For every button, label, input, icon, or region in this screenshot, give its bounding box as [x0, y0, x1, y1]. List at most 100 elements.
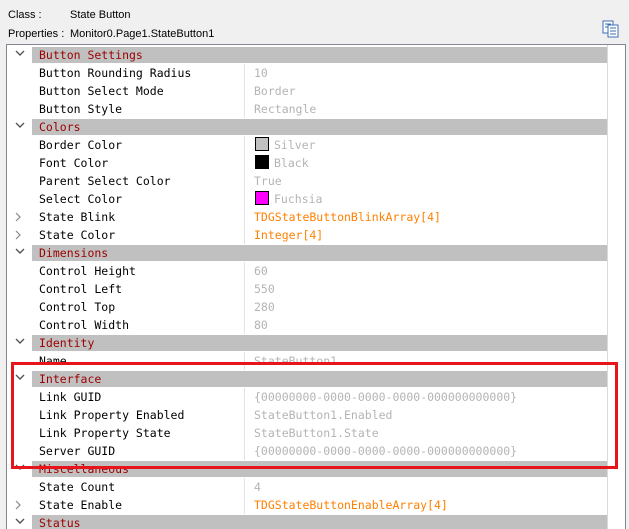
property-name-cell: Control Left — [32, 280, 245, 298]
property-value[interactable]: 60 — [254, 264, 268, 278]
color-swatch — [255, 155, 269, 169]
property-name: State Enable — [39, 498, 123, 512]
property-name: Button Rounding Radius — [39, 66, 192, 80]
property-row-state-count[interactable]: State Count 4 — [7, 478, 625, 496]
property-name: Button Select Mode — [39, 84, 164, 98]
category-identity[interactable]: Identity — [7, 334, 625, 352]
row-gutter — [7, 64, 32, 82]
property-name: State Count — [39, 480, 116, 494]
category-colors[interactable]: Colors — [7, 118, 625, 136]
property-name: State Blink — [39, 210, 116, 224]
row-gutter — [7, 136, 32, 154]
row-gutter — [7, 82, 32, 100]
category-label: Identity — [39, 336, 95, 350]
property-row-button-select-mode[interactable]: Button Select Mode Border — [7, 82, 625, 100]
property-name-cell: State Color — [32, 226, 245, 244]
row-gutter — [7, 298, 32, 316]
row-gutter — [7, 316, 32, 334]
category-label: Colors — [39, 120, 81, 134]
property-row-state-blink[interactable]: State Blink TDGStateButtonBlinkArray[4] — [7, 208, 625, 226]
property-value[interactable]: 80 — [254, 318, 268, 332]
property-row-border-color[interactable]: Border Color Silver — [7, 136, 625, 154]
class-value: State Button — [70, 9, 131, 21]
property-value[interactable]: Silver — [274, 138, 316, 152]
property-row-font-color[interactable]: Font Color Black — [7, 154, 625, 172]
property-row-control-width[interactable]: Control Width 80 — [7, 316, 625, 334]
property-row-control-left[interactable]: Control Left 550 — [7, 280, 625, 298]
category-dimensions[interactable]: Dimensions — [7, 244, 625, 262]
property-name: Control Left — [39, 282, 123, 296]
property-row-parent-select-color[interactable]: Parent Select Color True — [7, 172, 625, 190]
category-button-settings[interactable]: Button Settings — [7, 46, 625, 64]
chevron-down-icon[interactable] — [15, 334, 27, 352]
properties-value: Monitor0.Page1.StateButton1 — [70, 28, 215, 40]
category-bar — [32, 335, 607, 351]
property-name-cell: Control Top — [32, 298, 245, 316]
property-value[interactable]: True — [254, 174, 282, 188]
chevron-down-icon[interactable] — [15, 244, 27, 262]
category-status[interactable]: Status — [7, 514, 625, 529]
property-name-cell: Control Height — [32, 262, 245, 280]
property-name-cell: Border Color — [32, 136, 245, 154]
row-gutter — [7, 262, 32, 280]
property-name: Control Top — [39, 300, 116, 314]
property-value[interactable]: Border — [254, 84, 296, 98]
color-swatch — [255, 137, 269, 151]
property-value[interactable]: 10 — [254, 66, 268, 80]
property-value[interactable]: 4 — [254, 480, 261, 494]
property-name-cell: Button Style — [32, 100, 245, 118]
category-bar — [32, 119, 607, 135]
property-value[interactable]: TDGStateButtonBlinkArray[4] — [254, 210, 441, 224]
category-bar — [32, 515, 607, 529]
property-name: Control Height — [39, 264, 136, 278]
property-value[interactable]: 550 — [254, 282, 275, 296]
property-name: State Color — [39, 228, 116, 242]
category-label: Status — [39, 516, 81, 529]
chevron-down-icon[interactable] — [15, 514, 27, 529]
row-gutter — [7, 172, 32, 190]
row-gutter — [7, 190, 32, 208]
property-name-cell: State Enable — [32, 496, 245, 514]
properties-label: Properties : — [8, 28, 65, 40]
category-label: Dimensions — [39, 246, 109, 260]
property-value[interactable]: TDGStateButtonEnableArray[4] — [254, 498, 448, 512]
property-name: Border Color — [39, 138, 123, 152]
property-name: Button Style — [39, 102, 123, 116]
property-name-cell: Select Color — [32, 190, 245, 208]
property-name-cell: Font Color — [32, 154, 245, 172]
class-label: Class : — [8, 9, 42, 21]
property-row-state-color[interactable]: State Color Integer[4] — [7, 226, 625, 244]
chevron-right-icon[interactable] — [15, 208, 27, 226]
property-name-cell: Button Select Mode — [32, 82, 245, 100]
color-swatch — [255, 191, 269, 205]
property-name: Select Color — [39, 192, 123, 206]
category-bar — [32, 245, 607, 261]
property-row-state-enable[interactable]: State Enable TDGStateButtonEnableArray[4] — [7, 496, 625, 514]
copy-to-clipboard-icon[interactable] — [601, 19, 621, 39]
property-row-button-rounding-radius[interactable]: Button Rounding Radius 10 — [7, 64, 625, 82]
row-gutter — [7, 154, 32, 172]
property-name-cell: State Blink — [32, 208, 245, 226]
property-row-control-height[interactable]: Control Height 60 — [7, 262, 625, 280]
property-value[interactable]: Black — [274, 156, 309, 170]
property-row-select-color[interactable]: Select Color Fuchsia — [7, 190, 625, 208]
property-name-cell: State Count — [32, 478, 245, 496]
property-value[interactable]: Fuchsia — [274, 192, 322, 206]
property-row-control-top[interactable]: Control Top 280 — [7, 298, 625, 316]
chevron-right-icon[interactable] — [15, 226, 27, 244]
category-label: Button Settings — [39, 48, 143, 62]
property-value[interactable]: 280 — [254, 300, 275, 314]
property-name-cell: Control Width — [32, 316, 245, 334]
chevron-down-icon[interactable] — [15, 46, 27, 64]
row-gutter — [7, 280, 32, 298]
property-value[interactable]: Integer[4] — [254, 228, 323, 242]
property-name: Font Color — [39, 156, 109, 170]
chevron-right-icon[interactable] — [15, 496, 27, 514]
property-value[interactable]: Rectangle — [254, 102, 316, 116]
property-name: Control Width — [39, 318, 130, 332]
highlight-box — [11, 362, 618, 469]
chevron-down-icon[interactable] — [15, 118, 27, 136]
property-name-cell: Button Rounding Radius — [32, 64, 245, 82]
property-name-cell: Parent Select Color — [32, 172, 245, 190]
property-row-button-style[interactable]: Button Style Rectangle — [7, 100, 625, 118]
